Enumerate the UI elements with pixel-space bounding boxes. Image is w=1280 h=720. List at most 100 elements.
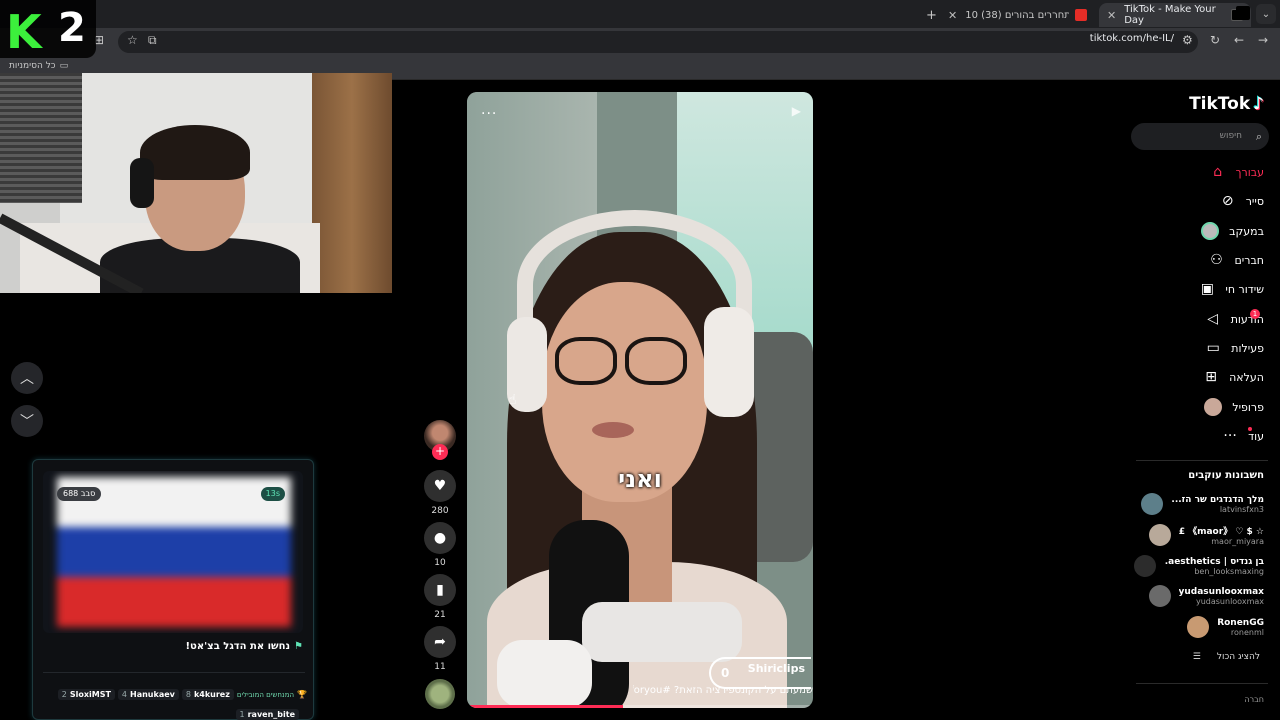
new-tab-button[interactable]: +: [918, 3, 937, 27]
video-menu-button[interactable]: ...: [481, 102, 497, 118]
comment-action[interactable]: ● 10: [424, 522, 456, 568]
sidebar-item-label: העלאה: [1229, 370, 1264, 384]
top-guessers: 🏆 המנחשים המובילים 8 k4kurez 4 Hanukaev 2S…: [57, 689, 307, 700]
profile-icon: [1204, 398, 1223, 416]
account-name: RonenGG: [1217, 617, 1264, 628]
reload-icon[interactable]: ↻: [1210, 33, 1220, 47]
all-bookmarks-button[interactable]: כל הסימניות ▭: [9, 61, 68, 71]
company-link[interactable]: חברה: [1244, 695, 1264, 704]
sidebar-item-following[interactable]: במעקב: [1201, 222, 1264, 240]
sidebar-item-profile[interactable]: פרופיל: [1204, 398, 1264, 416]
account-name: מלך הדגדגים שר הז...: [1171, 494, 1264, 505]
save-action[interactable]: ▮ 21: [424, 574, 456, 620]
video-author[interactable]: Shiriclips: [748, 662, 805, 675]
top-guessers-label: המנחשים המובילים: [236, 690, 295, 699]
url-text[interactable]: tiktok.com/he-IL/: [1090, 33, 1174, 44]
activity-icon: ▭: [1206, 340, 1220, 356]
sidebar-item-label: פעילות: [1231, 341, 1264, 355]
guesser-chip: 4 Hanukaev: [117, 689, 179, 700]
browser-toolbar: [0, 28, 1280, 56]
next-video-button[interactable]: ﹀: [11, 405, 43, 437]
account-username: latvinsfxn3: [1219, 504, 1264, 514]
follow-plus-button[interactable]: +: [432, 444, 448, 460]
tiktok-wordmark: TikTok: [1189, 94, 1251, 114]
video-player[interactable]: ... ▶ ואני 0 Shiriclips שמעתם על הקונספי…: [467, 92, 813, 708]
trophy-icon: 🏆: [297, 690, 307, 699]
sidebar-item-upload[interactable]: ⊞ העלאה: [1203, 369, 1264, 385]
like-action[interactable]: ♥ 280: [424, 470, 456, 516]
guess-prompt: ⚑ נחשו את הדגל בצ'אט!: [185, 641, 303, 652]
sidebar-divider: [1136, 460, 1268, 461]
messages-badge: 1: [1250, 309, 1260, 319]
share-icon[interactable]: ➦: [424, 626, 456, 658]
list-icon: ☰: [1192, 652, 1201, 662]
account-item[interactable]: מלך הדגדגים שר הז... latvinsfxn3: [1141, 493, 1264, 515]
tiktok-note-icon: ♪: [1253, 94, 1264, 114]
upload-icon: ⊞: [1205, 369, 1217, 385]
tab-youtube[interactable]: ✕ 10 (38) ילדים מתחררים בהורים: [940, 3, 1095, 27]
video-progress-fill: [467, 705, 623, 708]
guesser-chip: 8 k4kurez: [181, 689, 234, 700]
video-caption: ואני: [618, 465, 662, 493]
search-input[interactable]: [1131, 123, 1269, 150]
sidebar-item-label: שידור חי: [1225, 282, 1264, 296]
timer-badge: 13s: [260, 487, 285, 501]
flag-icon: ⚑: [294, 641, 303, 652]
back-arrow-icon[interactable]: →: [1258, 33, 1268, 47]
music-disc-icon[interactable]: [425, 679, 455, 709]
flag-stripe: [57, 477, 291, 527]
account-item[interactable]: yudasunlooxmax yudasunlooxmax: [1148, 585, 1264, 607]
flag-stripe: [57, 527, 291, 577]
site-settings-icon[interactable]: ⚙: [1182, 33, 1193, 47]
video-description[interactable]: שמעתם על הקונספירציה הזאת? #foryou: [633, 685, 813, 696]
account-name: בן גנדיס | aesthetics...: [1164, 556, 1264, 567]
guess-prompt-text: נחשו את הדגל בצ'אט!: [185, 641, 291, 652]
search-icon[interactable]: ⌕: [1256, 130, 1262, 144]
account-username: ronenml: [1230, 627, 1264, 637]
sidebar-item-label: עוד: [1248, 429, 1264, 443]
show-all-button[interactable]: ☰ להציג הכול: [1193, 652, 1260, 662]
close-tab-icon[interactable]: ✕: [948, 9, 957, 22]
tiktok-logo[interactable]: TikTok ♪: [1189, 94, 1264, 114]
comment-icon[interactable]: ●: [424, 522, 456, 554]
account-item[interactable]: בן גנדיס | aesthetics...ben_looksmaxing: [1134, 555, 1264, 577]
play-icon[interactable]: ▶: [792, 104, 801, 118]
channel-logo: K 2: [0, 0, 96, 58]
previous-video-button[interactable]: ︿: [11, 362, 43, 394]
chevron-down-icon: ﹀: [20, 414, 34, 430]
bookmark-star-icon[interactable]: ☆: [127, 33, 138, 47]
video-progress-bar[interactable]: [467, 705, 813, 708]
bookmark-icon[interactable]: ▮: [424, 574, 456, 606]
sidebar-item-explore[interactable]: ⊘ סייר: [1220, 193, 1264, 209]
messages-icon: ◁: [1207, 311, 1219, 327]
logo-k: K: [6, 5, 42, 59]
account-item[interactable]: ☆ $ ♡ 《maor》 £ maor_miyara: [1148, 524, 1264, 546]
show-all-label: להציג הכול: [1216, 652, 1260, 662]
tab-search-chevron-icon[interactable]: ⌄: [1256, 4, 1276, 24]
sidebar-item-friends[interactable]: ⚇ חברים: [1208, 252, 1264, 268]
forward-arrow-icon[interactable]: ←: [1234, 33, 1244, 47]
translate-icon[interactable]: ⧉: [148, 33, 157, 47]
heart-icon[interactable]: ♥: [424, 470, 456, 502]
like-count: 280: [431, 506, 449, 516]
address-bar[interactable]: [118, 31, 1198, 53]
folder-icon: ▭: [59, 61, 69, 71]
save-count: 21: [434, 610, 446, 620]
tiktok-pinned-icon[interactable]: [1236, 6, 1250, 20]
sidebar-item-more[interactable]: ··· עוד: [1222, 428, 1264, 444]
close-tab-icon[interactable]: ✕: [1107, 9, 1116, 22]
avatar: [1141, 493, 1164, 515]
sidebar-item-activity[interactable]: ▭ פעילות: [1205, 340, 1264, 356]
all-bookmarks-label: כל הסימניות: [9, 61, 56, 71]
account-item[interactable]: RonenGG ronenml: [1187, 616, 1264, 638]
guesser-chip: 1 raven_bite: [235, 709, 299, 720]
more-notification-dot: [1248, 427, 1252, 431]
account-username: yudasunlooxmax: [1195, 596, 1264, 606]
video-counter: 0: [721, 666, 730, 680]
sidebar-item-for-you[interactable]: ⌂ עבורך: [1210, 164, 1264, 180]
tab-tiktok[interactable]: ✕ TikTok - Make Your Day: [1099, 3, 1251, 27]
share-action[interactable]: ➦ 11: [424, 626, 456, 672]
sidebar-item-label: פרופיל: [1232, 400, 1264, 414]
sidebar-item-live[interactable]: ▣ שידור חי: [1199, 281, 1264, 297]
following-accounts-title: חשבונות עוקבים: [1188, 470, 1264, 481]
